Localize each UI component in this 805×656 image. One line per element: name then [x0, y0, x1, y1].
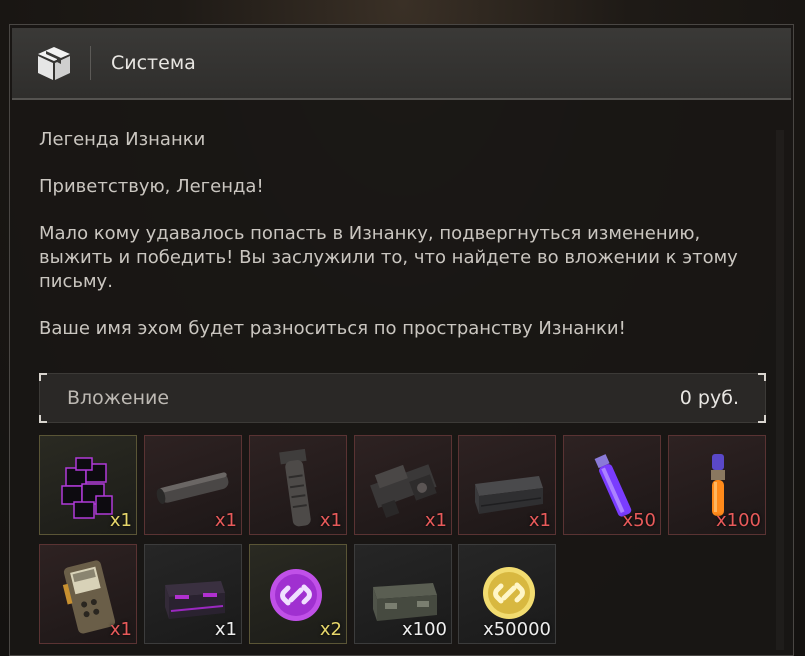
item-quantity: x100 — [401, 619, 447, 640]
message-paragraph: Ваше имя эхом будет разноситься по прост… — [39, 318, 626, 339]
item-quantity: x1 — [214, 619, 237, 640]
item-quantity: x100 — [715, 510, 761, 531]
item-quantity: x1 — [528, 510, 551, 531]
message-body: Легенда Изнанки Приветствую, Легенда! Ма… — [39, 128, 759, 364]
corner-bracket — [39, 415, 47, 423]
item-quantity: x50 — [622, 510, 656, 531]
message-subject: Легенда Изнанки — [39, 129, 206, 150]
item-slot[interactable]: x1 — [249, 435, 347, 535]
corner-bracket — [758, 373, 766, 381]
attachment-bar: Вложение 0 руб. — [39, 373, 766, 423]
corner-bracket — [758, 415, 766, 423]
package-icon — [38, 47, 70, 80]
item-slot[interactable]: x1 — [39, 435, 137, 535]
item-quantity: x1 — [319, 510, 342, 531]
message-greeting: Приветствую, Легенда! — [39, 176, 264, 197]
item-slot[interactable]: x2 — [249, 544, 347, 644]
header-divider — [90, 46, 91, 80]
mail-header: Система — [12, 28, 791, 100]
sender-title: Система — [111, 52, 196, 74]
item-slot[interactable]: x1 — [144, 544, 242, 644]
item-quantity: x50000 — [483, 619, 551, 640]
item-slot[interactable]: x50 — [563, 435, 661, 535]
item-slot[interactable]: x1 — [39, 544, 137, 644]
message-paragraph: Мало кому удавалось попасть в Изнанку, п… — [39, 223, 738, 292]
item-quantity: x1 — [109, 510, 132, 531]
item-slot[interactable]: x1 — [458, 435, 556, 535]
attachment-label: Вложение — [67, 387, 170, 409]
corner-bracket — [39, 373, 47, 381]
item-slot[interactable]: x1 — [144, 435, 242, 535]
item-quantity: x2 — [319, 619, 342, 640]
item-slot[interactable]: x100 — [668, 435, 766, 535]
item-quantity: x1 — [109, 619, 132, 640]
item-slot[interactable]: x1 — [354, 435, 452, 535]
attachment-price: 0 руб. — [679, 387, 739, 409]
item-quantity: x1 — [424, 510, 447, 531]
item-slot[interactable]: x100 — [354, 544, 452, 644]
scrollbar[interactable] — [776, 130, 784, 650]
item-slot[interactable]: x50000 — [458, 544, 556, 644]
item-quantity: x1 — [214, 510, 237, 531]
